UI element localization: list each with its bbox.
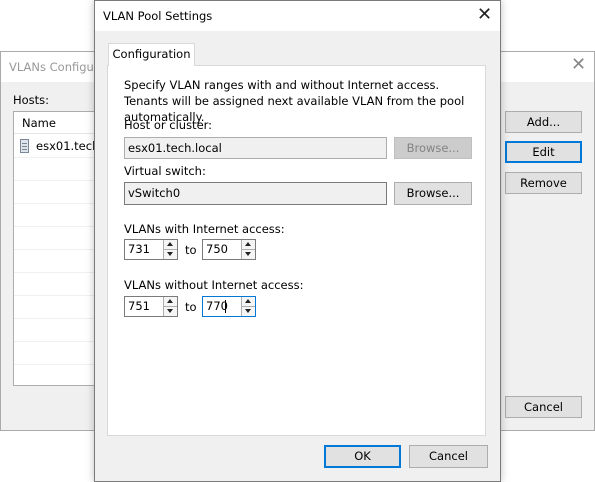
switch-label: Virtual switch: [124,164,206,178]
row-divider [14,180,95,181]
switch-browse-button[interactable]: Browse... [394,182,472,205]
row-divider [14,249,95,250]
row-divider [14,272,95,273]
down-arrow-icon[interactable] [242,307,255,316]
without-to-stepper[interactable]: 770 [202,296,256,317]
tab-configuration[interactable]: Configuration [108,43,195,66]
configuration-panel: Specify VLAN ranges with and without Int… [107,65,486,436]
row-divider [14,157,95,158]
stepper-arrows [241,297,255,316]
with-from-value: 731 [128,242,150,256]
stepper-arrows [241,240,255,259]
column-header-name[interactable]: Name [22,116,56,130]
host-browse-button[interactable]: Browse... [394,137,472,159]
up-arrow-icon[interactable] [242,297,255,307]
stepper-arrows [163,297,177,316]
down-arrow-icon[interactable] [164,250,177,259]
add-button[interactable]: Add... [505,111,582,133]
up-arrow-icon[interactable] [242,240,255,250]
down-arrow-icon[interactable] [242,250,255,259]
cancel-button[interactable]: Cancel [409,445,488,468]
row-divider [14,203,95,204]
up-arrow-icon[interactable] [164,297,177,307]
stepper-arrows [163,240,177,259]
switch-field[interactable]: vSwitch0 [124,182,387,205]
with-from-stepper[interactable]: 731 [124,239,178,260]
up-arrow-icon[interactable] [164,240,177,250]
edit-button[interactable]: Edit [505,141,582,163]
with-to-value: 750 [206,242,228,256]
row-divider [14,341,95,342]
vlan-pool-settings-dialog: VLAN Pool Settings ✕ Configuration Speci… [94,0,501,482]
row-divider [14,295,95,296]
down-arrow-icon[interactable] [164,307,177,316]
with-to-stepper[interactable]: 750 [202,239,256,260]
bg-window-title: VLANs Configur [9,60,99,74]
host-name: esx01.tech. [36,139,95,153]
close-icon[interactable]: ✕ [477,6,492,24]
without-from-stepper[interactable]: 751 [124,296,178,317]
without-from-value: 751 [128,299,150,313]
row-divider [14,318,95,319]
to-label: to [185,300,197,314]
table-row[interactable]: esx01.tech. [14,135,95,157]
list-header[interactable]: Name [14,112,95,134]
with-internet-label: VLANs with Internet access: [124,222,285,236]
host-label: Host or cluster: [124,118,213,132]
bg-cancel-button[interactable]: Cancel [505,396,582,418]
server-icon [20,139,29,153]
dialog-title-bar: VLAN Pool Settings ✕ [95,1,500,31]
hosts-label: Hosts: [13,93,50,107]
hosts-list[interactable]: Name esx01.tech. [13,111,96,386]
close-icon[interactable]: ✕ [571,56,586,74]
text-caret [225,300,226,313]
dialog-title: VLAN Pool Settings [103,9,213,23]
host-field[interactable]: esx01.tech.local [124,137,387,159]
remove-button[interactable]: Remove [505,172,582,194]
without-internet-label: VLANs without Internet access: [124,278,304,292]
to-label: to [185,243,197,257]
row-divider [14,226,95,227]
ok-button[interactable]: OK [324,445,401,468]
row-divider [14,364,95,365]
